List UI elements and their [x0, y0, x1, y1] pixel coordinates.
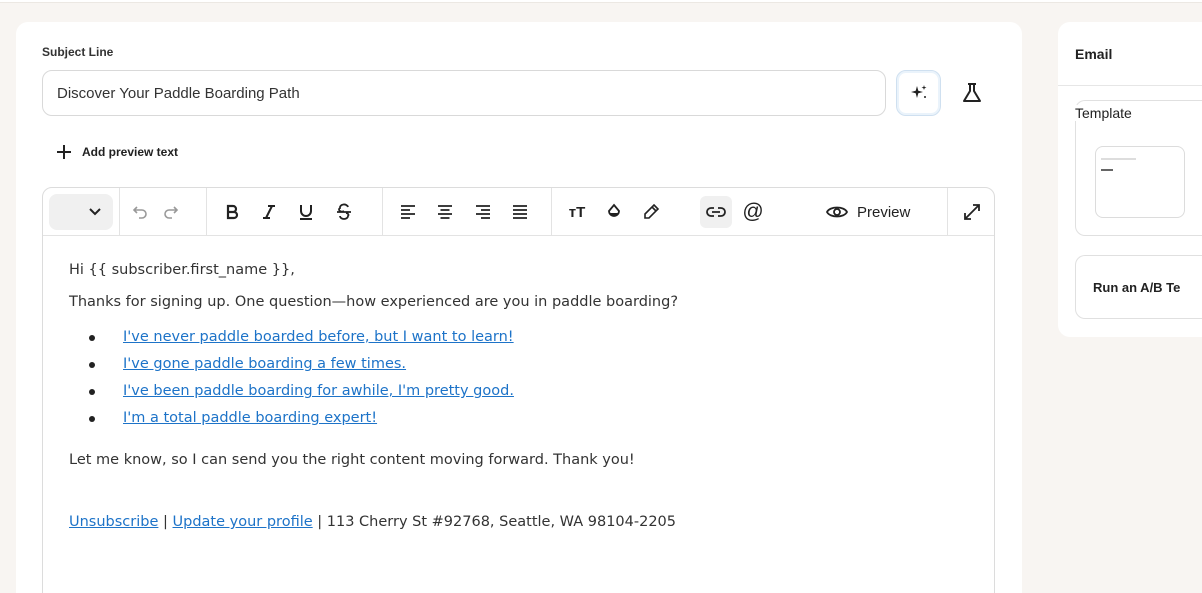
highlight-button[interactable] [635, 196, 667, 228]
toolbar-divider [551, 188, 552, 236]
expand-arrows-icon [964, 204, 980, 220]
highlighter-pen-icon [644, 203, 660, 219]
footer-separator: | [158, 514, 173, 530]
italic-button[interactable] [253, 196, 285, 228]
mention-button[interactable]: @ [737, 196, 769, 228]
align-left-button[interactable] [392, 196, 424, 228]
font-size-icon: тТ [568, 203, 586, 221]
closing-text: Let me know, so I can send you the right… [69, 452, 635, 468]
email-body-content[interactable]: Hi {{ subscriber.first_name }}, Thanks f… [43, 236, 994, 532]
editor-toolbar: тТ @ Preview [43, 188, 994, 236]
update-profile-link[interactable]: Update your profile [173, 514, 313, 530]
align-center-icon [438, 205, 452, 219]
preview-button[interactable]: Preview [825, 196, 910, 228]
toolbar-divider [119, 188, 120, 236]
rich-text-editor: тТ @ Preview Hi {{subscriber.first_name… [42, 187, 995, 593]
list-item: I've gone paddle boarding a few times. [89, 351, 968, 378]
list-item: I'm a total paddle boarding expert! [89, 405, 968, 432]
insert-link-button[interactable] [700, 196, 732, 228]
add-preview-text-button[interactable]: Add preview text [56, 140, 178, 164]
toolbar-divider [206, 188, 207, 236]
italic-icon [263, 205, 275, 219]
align-justify-icon [513, 205, 527, 219]
undo-button[interactable] [124, 196, 156, 228]
strikethrough-icon [337, 203, 351, 220]
sparkle-icon [910, 85, 926, 98]
underline-icon [300, 205, 312, 220]
template-thumbnail[interactable] [1095, 146, 1185, 218]
color-drop-icon [608, 203, 620, 217]
option-link-never[interactable]: I've never paddle boarded before, but I … [123, 329, 514, 345]
underline-button[interactable] [290, 196, 322, 228]
align-right-button[interactable] [467, 196, 499, 228]
redo-icon [164, 206, 179, 219]
list-item: I've never paddle boarded before, but I … [89, 324, 968, 351]
redo-button[interactable] [155, 196, 187, 228]
expand-editor-button[interactable] [956, 196, 988, 228]
template-label: Template [1075, 105, 1136, 121]
email-settings-panel: Email Template Run an A/B Te [1058, 22, 1202, 337]
ab-test-label: Run an A/B Te [1093, 279, 1181, 295]
bold-button[interactable] [216, 196, 248, 228]
undo-icon [132, 206, 147, 219]
text-color-button[interactable] [598, 196, 630, 228]
bold-icon [226, 204, 239, 220]
align-justify-button[interactable] [504, 196, 536, 228]
chevron-down-icon [89, 208, 101, 216]
unsubscribe-link[interactable]: Unsubscribe [69, 514, 158, 530]
top-bar [0, 0, 1202, 3]
template-section: Template [1075, 100, 1202, 236]
experience-options-list: I've never paddle boarded before, but I … [89, 324, 968, 432]
greeting-text: Hi {{ subscriber.first_name }}, [69, 262, 295, 278]
subject-line-label: Subject Line [42, 45, 114, 59]
block-style-dropdown[interactable] [49, 194, 113, 230]
align-right-icon [476, 205, 490, 219]
eye-icon [825, 206, 849, 218]
flask-icon [963, 83, 981, 102]
subject-line-input[interactable] [42, 70, 886, 116]
font-size-button[interactable]: тТ [561, 196, 593, 228]
at-sign-icon: @ [742, 200, 764, 223]
intro-text: Thanks for signing up. One question—how … [69, 294, 679, 310]
ai-generate-button[interactable] [896, 70, 941, 116]
option-link-expert[interactable]: I'm a total paddle boarding expert! [123, 410, 377, 426]
run-ab-test-button[interactable]: Run an A/B Te [1075, 255, 1202, 319]
option-link-few-times[interactable]: I've gone paddle boarding a few times. [123, 356, 406, 372]
panel-divider [1058, 85, 1202, 86]
plus-icon [57, 145, 71, 159]
add-preview-text-label: Add preview text [82, 145, 179, 159]
panel-title: Email [1075, 46, 1113, 62]
footer-address: | 113 Cherry St #92768, Seattle, WA 9810… [312, 514, 677, 530]
email-editor-card: Subject Line Add preview text [16, 22, 1022, 593]
toolbar-divider [382, 188, 383, 236]
option-link-awhile[interactable]: I've been paddle boarding for awhile, I'… [123, 383, 514, 399]
email-footer: Unsubscribe | Update your profile | 113 … [69, 512, 968, 532]
align-center-button[interactable] [429, 196, 461, 228]
list-item: I've been paddle boarding for awhile, I'… [89, 378, 968, 405]
link-icon [706, 207, 726, 217]
toolbar-divider [947, 188, 948, 236]
preview-label: Preview [857, 203, 911, 221]
strikethrough-button[interactable] [328, 196, 360, 228]
template-preview-image [1101, 158, 1136, 171]
ab-test-flask-button[interactable] [954, 74, 990, 112]
align-left-icon [401, 205, 415, 219]
